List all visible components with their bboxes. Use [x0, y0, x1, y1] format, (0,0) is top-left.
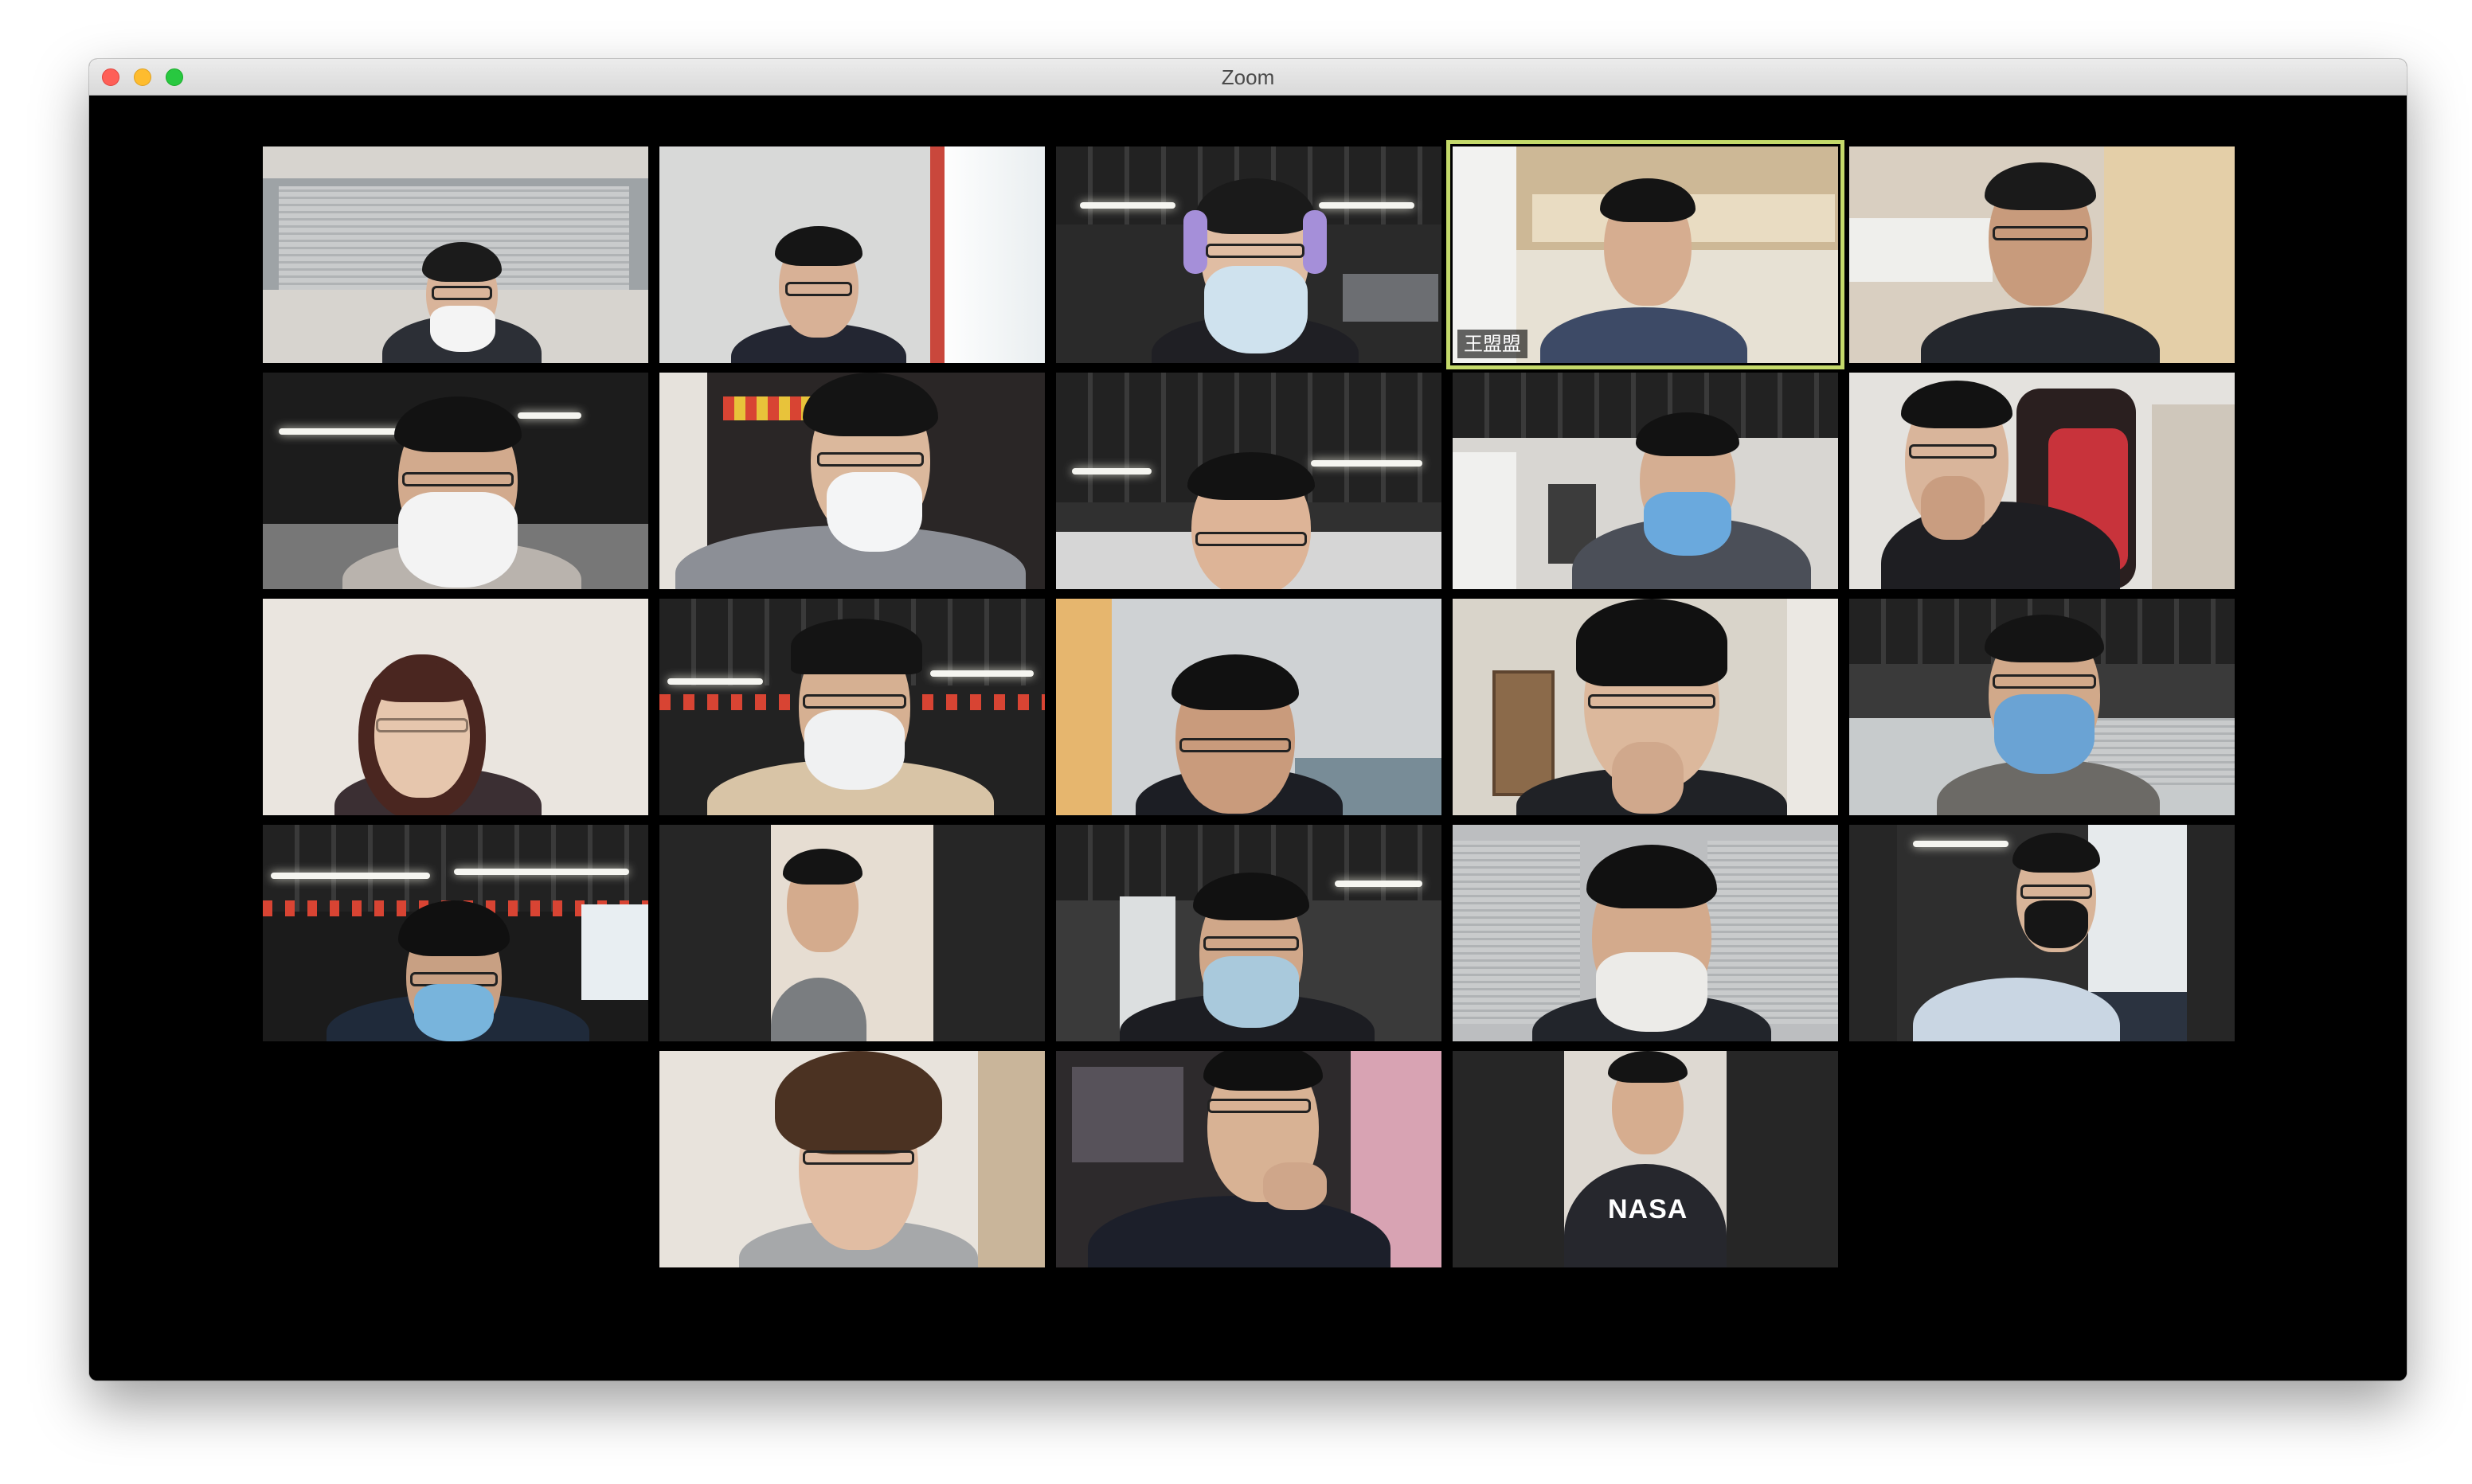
gallery-view: 王盟盟 NASA — [89, 96, 2407, 1381]
participant-video-tile[interactable]: NASA — [1453, 1051, 1838, 1267]
video-feed — [1849, 146, 2235, 363]
video-feed — [1849, 599, 2235, 815]
participant-video-tile[interactable] — [659, 146, 1045, 363]
participant-video-tile[interactable] — [659, 599, 1045, 815]
participant-video-tile[interactable] — [1849, 373, 2235, 589]
participant-video-tile[interactable] — [1453, 373, 1838, 589]
participant-video-tile[interactable] — [1056, 146, 1441, 363]
video-feed — [1897, 825, 2187, 1041]
participant-video-tile[interactable] — [263, 599, 648, 815]
window-title: Zoom — [1221, 65, 1275, 89]
video-feed — [263, 825, 648, 1041]
title-bar[interactable]: Zoom — [89, 59, 2407, 96]
video-feed — [659, 599, 1045, 815]
video-feed — [1056, 373, 1441, 589]
participant-video-tile[interactable] — [659, 825, 1045, 1041]
participant-video-tile[interactable] — [1453, 599, 1838, 815]
video-feed — [1056, 1051, 1441, 1267]
participant-video-tile[interactable] — [659, 1051, 1045, 1267]
participant-video-tile[interactable] — [1849, 825, 2235, 1041]
participant-video-tile[interactable] — [1849, 599, 2235, 815]
video-feed — [263, 599, 648, 815]
participant-video-tile[interactable] — [1056, 1051, 1441, 1267]
participant-name-label: 王盟盟 — [1457, 330, 1527, 358]
video-feed — [1056, 599, 1441, 815]
active-speaker-tile[interactable]: 王盟盟 — [1446, 140, 1844, 369]
participant-video-tile[interactable] — [263, 373, 648, 589]
participant-video-tile[interactable] — [1453, 825, 1838, 1041]
video-feed — [659, 1051, 1045, 1267]
shirt-logo-text: NASA — [1608, 1194, 1688, 1224]
video-feed — [1056, 146, 1441, 363]
video-feed: NASA — [1564, 1051, 1727, 1267]
participant-video-tile[interactable] — [1056, 373, 1441, 589]
video-feed — [263, 373, 648, 589]
video-feed — [659, 373, 1045, 589]
video-feed — [1056, 825, 1441, 1041]
video-feed — [659, 146, 1045, 363]
zoom-window: Zoom 王盟盟 NASA — [89, 59, 2407, 1381]
participant-video-tile[interactable] — [1849, 146, 2235, 363]
video-feed — [1453, 825, 1838, 1041]
video-feed — [1453, 599, 1838, 815]
video-feed: 王盟盟 — [1453, 146, 1838, 363]
participant-video-tile[interactable] — [263, 825, 648, 1041]
participant-video-tile[interactable] — [1056, 825, 1441, 1041]
video-feed — [1849, 373, 2235, 589]
video-feed — [263, 146, 648, 363]
video-feed — [771, 825, 933, 1041]
participant-video-tile[interactable] — [659, 373, 1045, 589]
participant-video-tile[interactable] — [263, 146, 648, 363]
video-feed — [1453, 373, 1838, 589]
participant-video-tile[interactable] — [1056, 599, 1441, 815]
